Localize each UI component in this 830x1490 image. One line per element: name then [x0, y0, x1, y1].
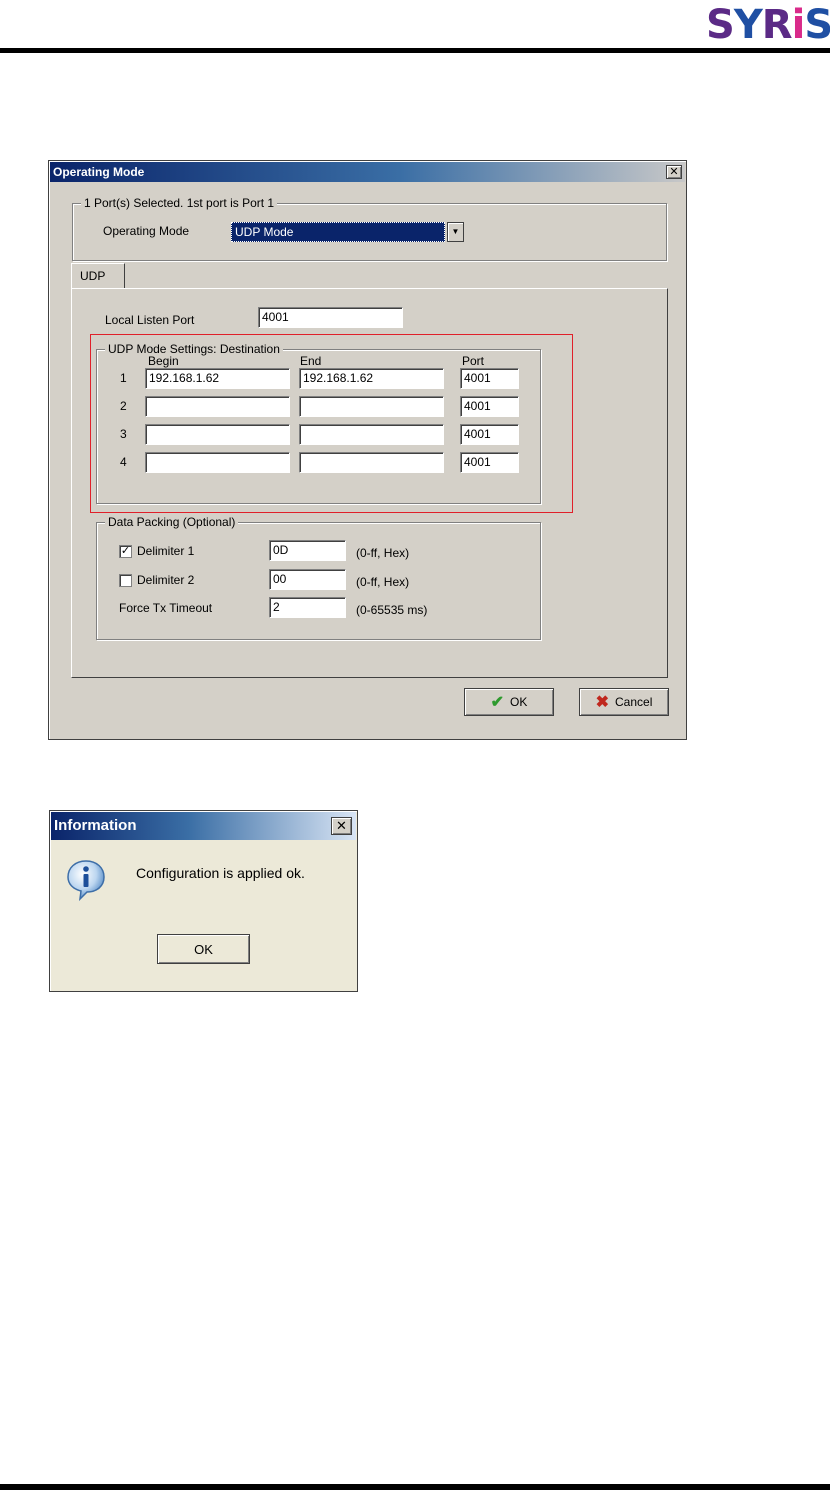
operating-mode-value: UDP Mode [235, 225, 294, 239]
local-listen-port-input[interactable]: 4001 [258, 307, 403, 328]
close-icon[interactable]: ✕ [666, 165, 682, 179]
dialog-title: Operating Mode [53, 165, 145, 179]
tab-udp-label: UDP [80, 269, 106, 283]
operating-mode-titlebar: Operating Mode [50, 162, 685, 182]
ok-button[interactable]: ✔ OK [464, 688, 554, 716]
syris-logo: SYRiS [706, 2, 830, 48]
information-titlebar: Information [51, 812, 356, 840]
operating-mode-dialog: Operating Mode ✕ 1 Port(s) Selected. 1st… [48, 160, 687, 740]
delimiter-2-label: Delimiter 2 [137, 573, 195, 587]
operating-mode-select[interactable]: UDP Mode [231, 222, 445, 242]
ok-label: OK [510, 695, 528, 709]
information-title: Information [54, 817, 137, 834]
force-tx-timeout-hint: (0-65535 ms) [356, 603, 428, 617]
local-listen-port-label: Local Listen Port [105, 313, 195, 327]
information-message: Configuration is applied ok. [136, 865, 305, 881]
delimiter-1-hint: (0-ff, Hex) [356, 546, 410, 560]
delimiter-2-hint: (0-ff, Hex) [356, 575, 410, 589]
force-tx-timeout-input[interactable]: 2 [269, 597, 346, 618]
information-ok-label: OK [194, 941, 213, 957]
port-selection-legend: 1 Port(s) Selected. 1st port is Port 1 [81, 196, 278, 210]
checkmark-icon: ✔ [490, 694, 505, 711]
cancel-label: Cancel [615, 695, 653, 709]
info-icon [67, 860, 105, 901]
header-rule [0, 48, 830, 53]
footer-rule [0, 1484, 830, 1490]
operating-mode-label: Operating Mode [103, 224, 190, 238]
force-tx-timeout-label: Force Tx Timeout [119, 601, 213, 615]
information-ok-button[interactable]: OK [157, 934, 250, 964]
delimiter-1-label: Delimiter 1 [137, 544, 195, 558]
delimiter-2-input[interactable]: 00 [269, 569, 346, 590]
port-selection-group: 1 Port(s) Selected. 1st port is Port 1 O… [72, 196, 667, 261]
red-highlight-box [90, 334, 573, 513]
tab-udp[interactable]: UDP [71, 263, 125, 289]
cancel-button[interactable]: ✖ Cancel [579, 688, 669, 716]
cancel-x-icon: ✖ [595, 694, 610, 711]
delimiter-1-input[interactable]: 0D [269, 540, 346, 561]
delimiter-2-checkbox[interactable] [119, 574, 132, 587]
chevron-down-icon[interactable]: ▼ [447, 222, 464, 242]
information-dialog: Information ✕ Configuration is applied o… [49, 810, 358, 992]
data-packing-group: Data Packing (Optional) ✓ Delimiter 1 0D… [96, 515, 541, 640]
data-packing-legend: Data Packing (Optional) [105, 515, 239, 529]
delimiter-1-checkbox[interactable]: ✓ [119, 545, 132, 558]
close-icon[interactable]: ✕ [331, 817, 352, 835]
